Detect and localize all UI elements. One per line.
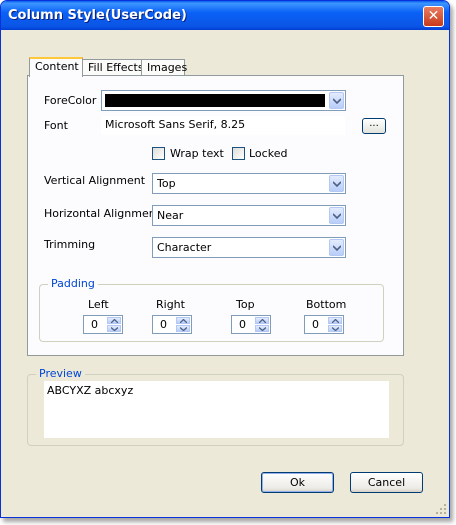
padding-bottom-spinner[interactable]: 0 xyxy=(304,315,344,334)
tab-images[interactable]: Images xyxy=(141,59,188,76)
chevron-up-icon xyxy=(332,319,339,323)
chevron-down-icon xyxy=(332,327,339,331)
horizontal-alignment-dropdown[interactable]: Near xyxy=(152,205,346,226)
trimming-dropdown[interactable]: Character xyxy=(152,237,346,258)
dialog-window: Column Style(UserCode) ✕ Content Fill Ef… xyxy=(0,0,450,518)
preview-group-title: Preview xyxy=(36,367,85,380)
padding-left-up-button[interactable] xyxy=(107,317,121,324)
preview-text: ABCYXZ abcxyz xyxy=(47,384,134,397)
font-value-field[interactable]: Microsoft Sans Serif, 8.25 xyxy=(101,116,345,135)
trimming-value: Character xyxy=(157,241,212,254)
forecolor-swatch xyxy=(105,94,325,107)
padding-left-down-button[interactable] xyxy=(107,325,121,332)
wrap-text-checkbox[interactable] xyxy=(152,147,165,160)
chevron-down-icon xyxy=(111,327,118,331)
chevron-up-icon xyxy=(259,319,266,323)
padding-bottom-up-button[interactable] xyxy=(328,317,342,324)
padding-top-up-button[interactable] xyxy=(255,317,269,324)
chevron-up-icon xyxy=(111,319,118,323)
locked-label: Locked xyxy=(249,147,288,160)
ok-button[interactable]: Ok xyxy=(261,472,334,493)
padding-left-label: Left xyxy=(88,298,109,311)
close-icon: ✕ xyxy=(427,8,440,24)
close-button[interactable]: ✕ xyxy=(423,6,444,27)
preview-area: ABCYXZ abcxyz xyxy=(44,381,389,438)
trimming-dropdown-button[interactable] xyxy=(329,239,344,256)
padding-bottom-label: Bottom xyxy=(306,298,347,311)
title-bar[interactable]: Column Style(UserCode) ✕ xyxy=(1,1,449,30)
chevron-down-icon xyxy=(333,98,341,104)
forecolor-dropdown-button[interactable] xyxy=(329,92,344,109)
wrap-text-label: Wrap text xyxy=(170,147,224,160)
resize-grip-icon[interactable] xyxy=(435,503,447,515)
forecolor-label: ForeColor xyxy=(44,94,97,107)
tab-fill-effects[interactable]: Fill Effects xyxy=(82,59,144,76)
padding-right-spinner[interactable]: 0 xyxy=(152,315,192,334)
chevron-down-icon xyxy=(333,213,341,219)
font-value: Microsoft Sans Serif, 8.25 xyxy=(105,118,246,131)
chevron-down-icon xyxy=(333,245,341,251)
vertical-alignment-value: Top xyxy=(157,177,176,190)
padding-top-label: Top xyxy=(236,298,255,311)
forecolor-dropdown[interactable] xyxy=(101,90,346,111)
padding-right-down-button[interactable] xyxy=(176,325,190,332)
tab-content-label: Content xyxy=(35,60,79,73)
tab-fill-effects-label: Fill Effects xyxy=(88,61,144,74)
padding-right-value: 0 xyxy=(160,318,167,331)
padding-top-spinner[interactable]: 0 xyxy=(231,315,271,334)
padding-bottom-down-button[interactable] xyxy=(328,325,342,332)
horizontal-alignment-dropdown-button[interactable] xyxy=(329,207,344,224)
vertical-alignment-dropdown[interactable]: Top xyxy=(152,173,346,194)
padding-group-title: Padding xyxy=(48,277,98,290)
vertical-alignment-dropdown-button[interactable] xyxy=(329,175,344,192)
tab-images-label: Images xyxy=(147,61,188,74)
padding-left-spinner[interactable]: 0 xyxy=(83,315,123,334)
window-title: Column Style(UserCode) xyxy=(8,8,187,23)
locked-checkbox[interactable] xyxy=(232,147,245,160)
chevron-up-icon xyxy=(180,319,187,323)
padding-top-down-button[interactable] xyxy=(255,325,269,332)
padding-top-value: 0 xyxy=(239,318,246,331)
trimming-label: Trimming xyxy=(44,238,96,251)
tab-content[interactable]: Content xyxy=(29,57,83,77)
padding-right-up-button[interactable] xyxy=(176,317,190,324)
chevron-down-icon xyxy=(333,181,341,187)
vertical-alignment-label: Vertical Alignment xyxy=(44,174,146,187)
horizontal-alignment-value: Near xyxy=(157,209,184,222)
chevron-down-icon xyxy=(180,327,187,331)
padding-right-label: Right xyxy=(156,298,185,311)
horizontal-alignment-label: Horizontal Alignment xyxy=(44,207,161,220)
font-label: Font xyxy=(44,119,68,132)
cancel-button[interactable]: Cancel xyxy=(350,472,423,493)
font-browse-button[interactable]: ... xyxy=(362,118,386,134)
padding-left-value: 0 xyxy=(91,318,98,331)
padding-bottom-value: 0 xyxy=(312,318,319,331)
chevron-down-icon xyxy=(259,327,266,331)
